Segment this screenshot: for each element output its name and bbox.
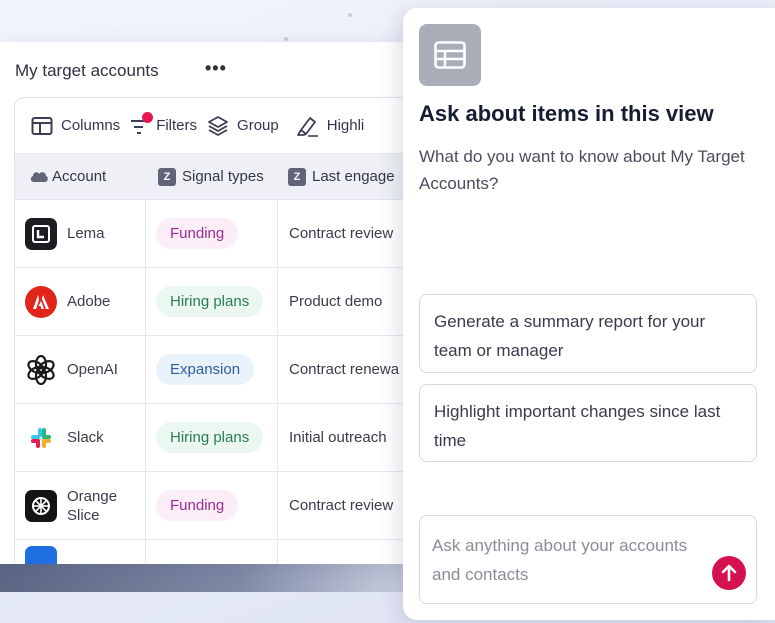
signal-cell: Funding	[146, 472, 278, 539]
account-cell: Slack	[15, 404, 146, 471]
zoominfo-icon: Z	[158, 167, 176, 186]
zoominfo-icon: Z	[288, 167, 306, 186]
salesforce-cloud-icon	[30, 171, 48, 182]
layers-icon	[208, 115, 228, 136]
account-name: OpenAI	[67, 361, 118, 378]
filters-button[interactable]: Filters	[130, 111, 198, 135]
column-header-label: Last engage	[312, 168, 395, 185]
orange-slice-logo-icon	[25, 489, 57, 522]
highlight-label: Highli	[326, 117, 365, 134]
column-header-account[interactable]: Account	[15, 168, 146, 185]
account-logo-icon	[25, 546, 57, 564]
send-button[interactable]	[712, 556, 746, 590]
decorative-dot	[284, 37, 288, 41]
suggestion-summary-report[interactable]: Generate a summary report for your team …	[419, 294, 757, 373]
account-cell	[15, 540, 146, 564]
signal-cell: Funding	[146, 200, 278, 267]
more-options-button[interactable]: •••	[205, 58, 227, 79]
group-button[interactable]: Group	[207, 115, 279, 137]
columns-button[interactable]: Columns	[31, 116, 120, 136]
signal-badge: Expansion	[156, 354, 255, 385]
group-label: Group	[237, 117, 279, 134]
signal-cell: Expansion	[146, 336, 278, 403]
column-header-signal-types[interactable]: Z Signal types	[146, 167, 278, 186]
panel-subtitle: What do you want to know about My Target…	[419, 147, 745, 193]
ask-input[interactable]: Ask anything about your accounts and con…	[419, 515, 757, 604]
slack-logo-icon	[25, 421, 57, 454]
table-row[interactable]: OpenAI Expansion Contract renewa	[15, 336, 470, 404]
card-title: My target accounts	[15, 61, 159, 80]
column-header-label: Account	[52, 168, 107, 185]
columns-icon	[31, 116, 53, 135]
account-cell: Orange Slice	[15, 472, 146, 539]
account-name: Orange Slice	[67, 487, 118, 524]
account-cell: Adobe	[15, 268, 146, 335]
table-row[interactable]: Slack Hiring plans Initial outreach	[15, 404, 470, 472]
account-cell: Lema	[15, 200, 146, 267]
arrow-up-icon	[721, 564, 737, 582]
ask-input-placeholder: Ask anything about your accounts and con…	[432, 536, 688, 584]
openai-logo-icon	[25, 353, 57, 386]
signal-cell: Hiring plans	[146, 404, 278, 471]
signal-badge: Hiring plans	[156, 286, 264, 317]
table-row[interactable]: Orange Slice Funding Contract review	[15, 472, 470, 540]
signal-cell	[146, 540, 278, 564]
table-row[interactable]: Lema Funding Contract review	[15, 200, 470, 268]
suggestion-highlight-changes[interactable]: Highlight important changes since last t…	[419, 384, 757, 462]
decorative-dot	[348, 13, 352, 17]
table-row-partial	[15, 540, 470, 564]
accounts-table: Columns Filters Group Highli Account Z S…	[14, 97, 470, 564]
table-toolbar: Columns Filters Group Highli	[15, 98, 470, 154]
table-row[interactable]: Adobe Hiring plans Product demo	[15, 268, 470, 336]
panel-title: Ask about items in this view	[419, 101, 714, 126]
signal-cell: Hiring plans	[146, 268, 278, 335]
adobe-logo-icon	[25, 285, 57, 318]
accounts-card: My target accounts ••• Columns Filters G…	[0, 42, 470, 564]
lema-logo-icon	[25, 217, 57, 250]
column-header-label: Signal types	[182, 168, 264, 185]
columns-label: Columns	[61, 117, 121, 134]
highlight-button[interactable]: Highli	[295, 115, 365, 137]
account-name: Slack	[67, 429, 104, 446]
account-cell: OpenAI	[15, 336, 146, 403]
account-name: Lema	[67, 225, 105, 242]
assistant-panel: Ask about items in this view What do you…	[403, 8, 775, 620]
signal-badge: Hiring plans	[156, 422, 264, 453]
filters-label: Filters	[156, 117, 198, 134]
signal-badge: Funding	[156, 218, 239, 249]
table-header: Account Z Signal types Z Last engage	[15, 154, 470, 200]
highlighter-icon	[296, 116, 318, 137]
filter-active-indicator	[142, 111, 154, 123]
table-view-icon	[419, 24, 481, 86]
signal-badge: Funding	[156, 490, 239, 521]
account-name: Adobe	[67, 293, 111, 310]
